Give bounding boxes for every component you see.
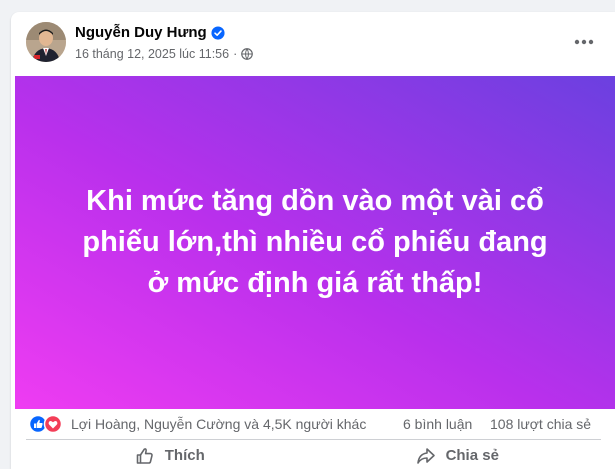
- meta-separator: ·: [233, 47, 238, 61]
- reaction-names[interactable]: Lợi Hoàng, Nguyễn Cường và 4,5K người kh…: [71, 416, 366, 432]
- more-options-icon: [574, 39, 594, 45]
- post-image-text: Khi mức tăng dồn vào một vài cổ phiếu lớ…: [82, 185, 548, 299]
- love-reaction-icon: [43, 414, 63, 434]
- comment-count[interactable]: 6 bình luận: [403, 416, 472, 432]
- post-timestamp[interactable]: 16 tháng 12, 2025 lúc 11:56: [75, 47, 229, 61]
- reaction-emoji-group: [28, 414, 63, 434]
- post-image[interactable]: Khi mức tăng dồn vào một vài cổ phiếu lớ…: [15, 76, 615, 409]
- post-meta: 16 tháng 12, 2025 lúc 11:56 ·: [75, 47, 254, 61]
- actions-divider: [26, 439, 601, 440]
- share-label: Chia sẻ: [445, 447, 499, 464]
- verified-badge-icon: [211, 25, 225, 40]
- post-card: Nguyễn Duy Hưng 16 tháng 12, 2025 lúc 11…: [11, 12, 615, 469]
- more-options-button[interactable]: [571, 32, 597, 52]
- avatar-portrait: [26, 22, 66, 62]
- like-icon: [136, 447, 153, 464]
- author-avatar[interactable]: [26, 22, 66, 62]
- author-name[interactable]: Nguyễn Duy Hưng: [75, 24, 207, 41]
- reaction-icons[interactable]: [28, 414, 65, 434]
- globe-icon[interactable]: [241, 48, 254, 60]
- like-button[interactable]: Thích: [26, 442, 314, 469]
- post-header: Nguyễn Duy Hưng 16 tháng 12, 2025 lúc 11…: [11, 12, 615, 76]
- share-button[interactable]: Chia sẻ: [314, 442, 602, 469]
- share-count[interactable]: 108 lượt chia sẻ: [490, 416, 591, 432]
- author-name-row: Nguyễn Duy Hưng: [75, 24, 225, 41]
- like-label: Thích: [164, 447, 205, 464]
- post-actions: Thích Chia sẻ: [26, 442, 601, 469]
- share-icon: [416, 447, 435, 464]
- reactions-bar: Lợi Hoàng, Nguyễn Cường và 4,5K người kh…: [11, 412, 615, 436]
